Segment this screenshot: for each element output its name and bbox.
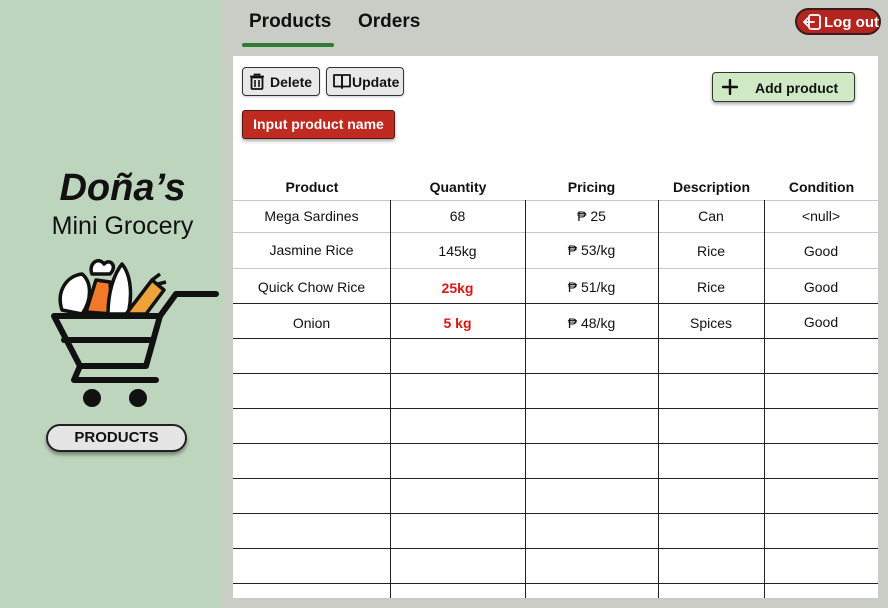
grid-line xyxy=(658,200,659,598)
logout-icon xyxy=(803,14,821,30)
cell-condition: Good xyxy=(803,243,839,259)
grid-line xyxy=(233,408,878,409)
cell-condition: Good xyxy=(803,279,839,295)
add-product-label: Add product xyxy=(755,80,839,96)
delete-label: Delete xyxy=(270,74,313,90)
column-header-pricing: Pricing xyxy=(567,179,616,195)
grid-line xyxy=(233,200,878,201)
cell-quantity: 145kg xyxy=(438,243,477,259)
product-name-input[interactable]: Input product name xyxy=(242,110,395,139)
active-tab-indicator xyxy=(242,43,334,47)
sidebar: Doña’s Mini Grocery PRODUCTS xyxy=(0,0,223,608)
cell-condition: Good xyxy=(803,314,839,330)
grid-line xyxy=(233,232,878,233)
grid-line xyxy=(525,200,526,598)
update-button[interactable]: Update xyxy=(326,67,404,96)
grid-line xyxy=(233,478,878,479)
column-header-condition: Condition xyxy=(788,179,855,195)
tab-products[interactable]: Products xyxy=(249,11,331,33)
products-table: Product Quantity Pricing Description Con… xyxy=(233,174,878,598)
grid-line xyxy=(233,338,878,339)
logout-label: Log out xyxy=(824,14,879,31)
grid-line xyxy=(233,373,878,374)
column-header-description: Description xyxy=(672,179,750,195)
cell-description: Rice xyxy=(696,243,725,259)
products-panel: Delete Update Add product Input product … xyxy=(233,56,878,598)
grid-line xyxy=(233,268,878,269)
cell-product: Jasmine Rice xyxy=(269,242,354,258)
cell-quantity-low-stock: 5 kg xyxy=(443,315,472,331)
brand-subtitle: Mini Grocery xyxy=(51,212,194,240)
grocery-cart-icon xyxy=(51,259,219,407)
cell-product: Mega Sardines xyxy=(264,208,359,224)
cell-description: Spices xyxy=(689,315,733,331)
grid-line xyxy=(390,200,391,598)
cell-pricing: ₱ 25 xyxy=(577,208,606,224)
cell-description: Can xyxy=(698,208,724,224)
update-label: Update xyxy=(352,74,400,90)
grid-line xyxy=(233,303,878,304)
trash-icon xyxy=(250,73,264,90)
grid-line xyxy=(233,548,878,549)
cell-condition: <null> xyxy=(801,208,841,224)
cell-product: Onion xyxy=(292,315,331,331)
plus-icon xyxy=(722,79,738,95)
cell-product: Quick Chow Rice xyxy=(257,279,366,295)
cell-pricing: ₱ 48/kg xyxy=(567,315,616,331)
cell-quantity: 68 xyxy=(449,208,466,224)
grid-line xyxy=(233,443,878,444)
book-icon xyxy=(333,74,351,89)
column-header-quantity: Quantity xyxy=(429,179,487,195)
column-header-product: Product xyxy=(285,179,339,195)
logout-button[interactable]: Log out xyxy=(795,8,881,35)
cell-description: Rice xyxy=(696,279,725,295)
delete-button[interactable]: Delete xyxy=(242,67,320,96)
brand-title: Doña’s xyxy=(59,167,186,209)
grid-line xyxy=(233,513,878,514)
cell-pricing: ₱ 53/kg xyxy=(567,242,616,258)
top-nav: Products Orders Log out xyxy=(223,0,888,50)
tab-orders[interactable]: Orders xyxy=(358,11,420,33)
grid-line xyxy=(764,200,765,598)
products-button[interactable]: PRODUCTS xyxy=(46,424,187,452)
cell-quantity-low-stock: 25kg xyxy=(441,280,474,296)
cell-pricing: ₱ 51/kg xyxy=(567,279,616,295)
add-product-button[interactable]: Add product xyxy=(712,72,855,102)
grid-line xyxy=(233,583,878,584)
